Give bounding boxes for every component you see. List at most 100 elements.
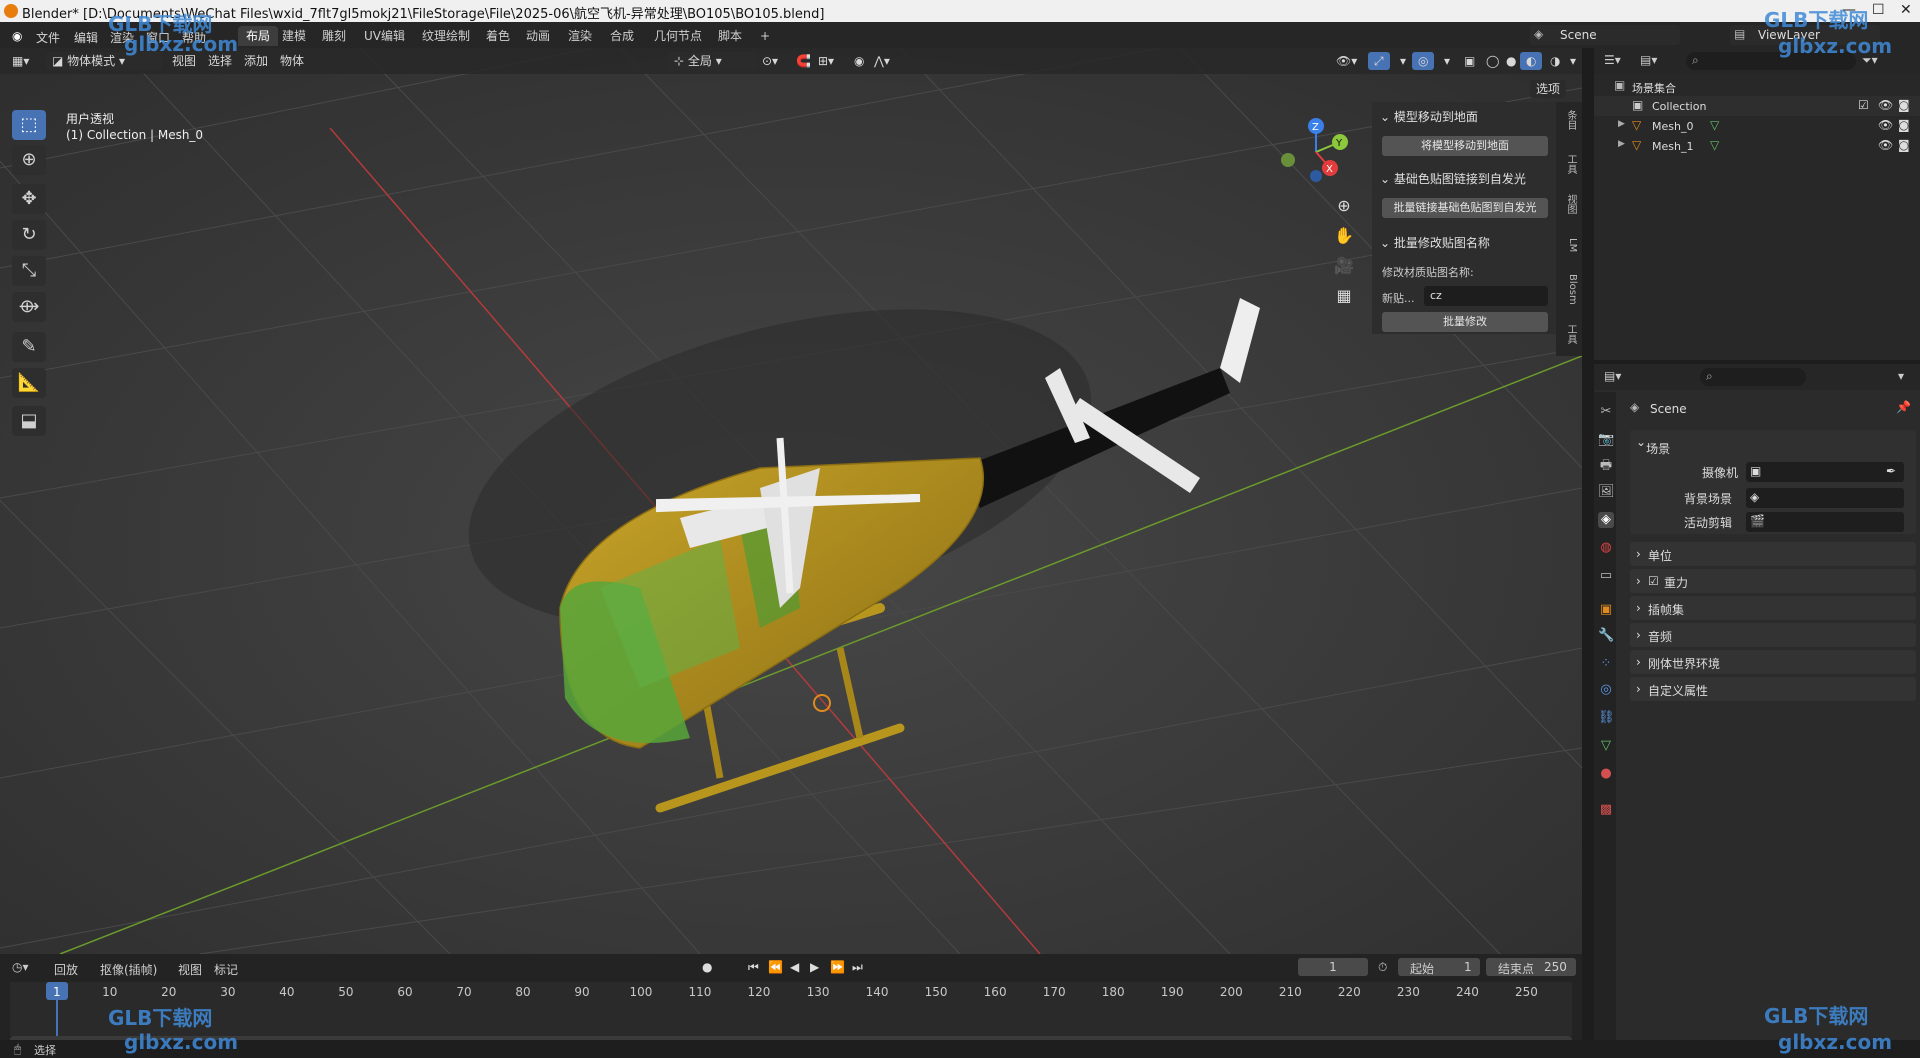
rigid-body-world-section[interactable]: › 刚体世界环境 — [1630, 650, 1916, 674]
close-button[interactable]: ✕ — [1900, 2, 1912, 18]
zoom-icon[interactable]: ⊕ — [1330, 192, 1358, 220]
outliner-row-mesh1[interactable]: ▶ ▽ Mesh_1 ▽ 👁 ◙ — [1594, 136, 1920, 156]
tab-uv-editing[interactable]: UV编辑 — [356, 26, 413, 46]
start-frame-field[interactable]: 起始 1 — [1398, 958, 1480, 976]
shading-material-icon[interactable]: ◐ — [1520, 52, 1543, 70]
measure-tool-icon[interactable]: 📐 — [12, 368, 46, 398]
tab-rendering[interactable]: 渲染 — [560, 26, 600, 46]
ntab-blosm[interactable]: Blosm — [1560, 274, 1578, 305]
constraints-tab-icon[interactable]: ⛓ — [1598, 710, 1615, 726]
menu-edit[interactable]: 编辑 — [74, 29, 98, 46]
ntab-tool-2[interactable]: 工具 — [1560, 324, 1578, 344]
outliner-row-collection[interactable]: ▣ Collection ☑ 👁 ◙ — [1594, 96, 1920, 116]
options-button[interactable]: 选项 — [1530, 80, 1567, 98]
end-frame-field[interactable]: 结束点 250 — [1486, 958, 1576, 976]
next-keyframe-icon[interactable]: ⏩ — [830, 960, 845, 974]
jump-start-icon[interactable]: ⏮ — [748, 960, 759, 975]
active-clip-field[interactable]: 🎬 — [1746, 512, 1904, 532]
stopwatch-icon[interactable]: ⏱ — [1378, 960, 1387, 975]
outliner-row-mesh0[interactable]: ▶ ▽ Mesh_0 ▽ 👁 ◙ — [1594, 116, 1920, 136]
play-icon[interactable]: ▶ — [810, 960, 819, 974]
cursor-tool-icon[interactable]: ⊕ — [12, 145, 46, 175]
tab-animation[interactable]: 动画 — [518, 26, 558, 46]
tool-tab-icon[interactable]: ✂ — [1598, 404, 1614, 420]
rotate-tool-icon[interactable]: ↻ — [12, 220, 46, 250]
view-layer-tab-icon[interactable]: 🖼 — [1598, 484, 1615, 500]
keying-sets-section[interactable]: › 插帧集 — [1630, 596, 1916, 620]
scene-section-header[interactable]: ⌄ 场景 — [1636, 435, 1670, 456]
menu-keying[interactable]: 抠像(插帧) — [100, 961, 157, 978]
snap-target-icon[interactable]: ⊞▾ — [812, 52, 840, 70]
object-tab-icon[interactable]: ▣ — [1598, 602, 1614, 618]
gravity-section[interactable]: › ☑ 重力 — [1630, 569, 1916, 593]
gizmo-toggle-icon[interactable]: ⤢ — [1368, 52, 1390, 70]
ntab-item[interactable]: 条目 — [1560, 110, 1578, 130]
ortho-grid-icon[interactable]: ▦ — [1330, 282, 1358, 310]
visibility-icon[interactable]: 👁▾ — [1330, 52, 1363, 70]
maximize-button[interactable]: ☐ — [1872, 2, 1885, 18]
jump-end-icon[interactable]: ⏭ — [852, 960, 863, 975]
move-to-ground-button[interactable]: 将模型移动到地面 — [1382, 136, 1548, 156]
ntab-tool[interactable]: 工具 — [1560, 154, 1578, 174]
camera-render-icon[interactable]: ◙ — [1898, 118, 1910, 132]
batch-rename-button[interactable]: 批量修改 — [1382, 312, 1548, 332]
menu-playback[interactable]: 回放 — [54, 961, 78, 978]
navigation-gizmo[interactable]: Z Y X — [1270, 112, 1362, 192]
world-tab-icon[interactable]: ◍ — [1598, 540, 1614, 556]
blender-menu-icon[interactable]: ◉ — [12, 29, 22, 43]
tab-shading[interactable]: 着色 — [478, 26, 518, 46]
pin-icon[interactable]: 📌 — [1896, 400, 1911, 414]
camera-field[interactable]: ▣ ✒ — [1746, 462, 1904, 482]
tab-texture-paint[interactable]: 纹理绘制 — [414, 26, 478, 46]
section-rename-textures-header[interactable]: ⌄ 批量修改贴图名称 — [1380, 234, 1490, 251]
select-box-tool-icon[interactable]: ⬚ — [12, 110, 46, 140]
background-scene-field[interactable]: ◈ — [1746, 488, 1904, 508]
annotate-tool-icon[interactable]: ✎ — [12, 332, 46, 362]
tab-compositing[interactable]: 合成 — [602, 26, 642, 46]
xray-icon[interactable]: ▣ — [1458, 52, 1481, 70]
eyedropper-icon[interactable]: ✒ — [1886, 464, 1896, 478]
menu-file[interactable]: 文件 — [36, 29, 60, 46]
properties-editor-icon[interactable]: ▤▾ — [1604, 369, 1621, 383]
tab-sculpting[interactable]: 雕刻 — [314, 26, 354, 46]
overlay-toggle-icon[interactable]: ◎ — [1412, 52, 1435, 70]
transform-orientation-selector[interactable]: ⊹ 全局 ▾ — [668, 52, 758, 70]
outliner-editor-icon[interactable]: ☰▾ — [1604, 53, 1621, 67]
modifier-tab-icon[interactable]: 🔧 — [1598, 628, 1614, 644]
menu-object[interactable]: 物体 — [274, 52, 310, 70]
physics-tab-icon[interactable]: ◎ — [1598, 682, 1614, 698]
add-cube-tool-icon[interactable]: ⬓ — [12, 406, 46, 436]
eye-icon[interactable]: 👁 — [1878, 138, 1893, 152]
chevron-down-icon[interactable]: ▾ — [1438, 52, 1456, 70]
batch-link-emission-button[interactable]: 批量链接基础色贴图到自发光 — [1382, 198, 1548, 218]
record-icon[interactable]: ● — [702, 960, 712, 974]
material-tab-icon[interactable]: ● — [1598, 766, 1614, 782]
render-tab-icon[interactable]: 📷 — [1598, 432, 1614, 448]
section-emission-link-header[interactable]: ⌄ 基础色贴图链接到自发光 — [1380, 170, 1526, 187]
new-name-input[interactable]: cz — [1424, 286, 1548, 306]
scene-selector[interactable]: ◈ Scene — [1530, 25, 1680, 45]
eye-icon[interactable]: 👁 — [1878, 118, 1893, 132]
play-reverse-icon[interactable]: ◀ — [790, 960, 799, 974]
custom-properties-section[interactable]: › 自定义属性 — [1630, 677, 1916, 701]
tab-geometry-nodes[interactable]: 几何节点 — [646, 26, 710, 46]
display-mode-icon[interactable]: ▤▾ — [1640, 53, 1657, 67]
pan-hand-icon[interactable]: ✋ — [1330, 222, 1358, 250]
texture-tab-icon[interactable]: ▩ — [1598, 802, 1614, 818]
pivot-icon[interactable]: ⊙▾ — [756, 52, 784, 70]
scale-tool-icon[interactable]: ⤡ — [12, 256, 46, 286]
add-workspace-button[interactable]: + — [752, 26, 778, 46]
tab-modeling[interactable]: 建模 — [274, 26, 314, 46]
camera-view-icon[interactable]: 🎥 — [1330, 252, 1358, 280]
properties-search-input[interactable]: ⌕ — [1700, 368, 1806, 386]
ntab-lm[interactable]: LM — [1560, 238, 1578, 252]
expand-icon[interactable]: ▶ — [1618, 139, 1625, 149]
menu-marker[interactable]: 标记 — [214, 961, 238, 978]
checkbox-icon[interactable]: ☑ — [1858, 98, 1869, 112]
outliner-root[interactable]: 场景集合 — [1632, 80, 1676, 96]
tab-scripting[interactable]: 脚本 — [710, 26, 750, 46]
tab-layout[interactable]: 布局 — [238, 26, 279, 46]
scene-tab-icon[interactable]: ◈ — [1598, 512, 1614, 528]
output-tab-icon[interactable]: 🖶 — [1598, 458, 1614, 474]
current-frame-field[interactable]: 1 — [1298, 958, 1368, 976]
